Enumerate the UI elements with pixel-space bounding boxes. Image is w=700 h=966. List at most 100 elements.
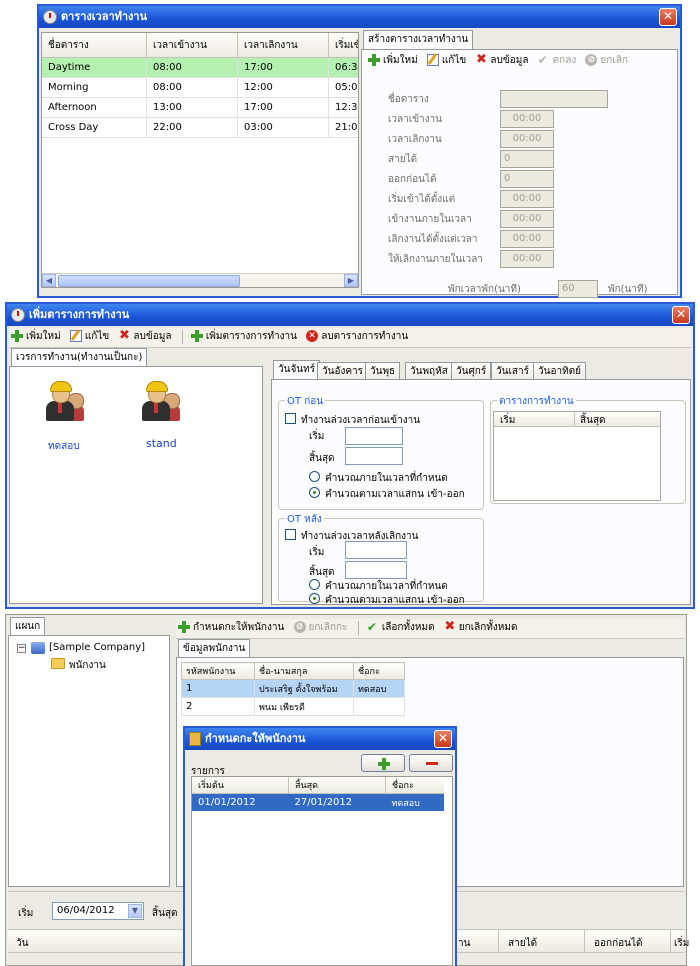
close-button[interactable]: ✕: [434, 730, 452, 748]
ot-after-radio-within-label[interactable]: คำนวณภายในเวลาที่กำหนด: [325, 579, 448, 594]
col-late[interactable]: สายได้: [508, 936, 537, 951]
tab-sunday[interactable]: วันอาทิตย์: [533, 362, 587, 380]
late-field[interactable]: 0: [500, 150, 554, 168]
col-day[interactable]: วัน: [16, 936, 28, 951]
tab-friday[interactable]: วันศุกร์: [451, 362, 492, 380]
ot-before-checkbox[interactable]: [285, 413, 296, 424]
select-all-button[interactable]: ✔ เลือกทั้งหมด: [365, 619, 439, 637]
in-time-field[interactable]: 00:00: [500, 110, 554, 128]
break-field[interactable]: 60: [558, 280, 598, 298]
scroll-left-button[interactable]: ◀: [42, 274, 56, 287]
table-row[interactable]: Afternoon 13:00 17:00 12:30: [42, 97, 358, 118]
col-start[interactable]: เริ่ม: [674, 936, 689, 951]
ot-before-radio-within[interactable]: [309, 471, 320, 482]
group-icon-test[interactable]: [42, 379, 84, 423]
remove-row-button[interactable]: [409, 754, 453, 772]
tab-monday[interactable]: วันจันทร์: [273, 360, 321, 380]
assign-shift-button[interactable]: กำหนดกะให้พนักงาน: [176, 619, 288, 637]
tab-shift-work[interactable]: เวรการทำงาน(ทำงานเป็นกะ): [11, 348, 148, 368]
group-label-stand[interactable]: stand: [146, 437, 177, 450]
ot-before-start-input[interactable]: [345, 427, 403, 445]
table-row[interactable]: 2 พนม เพียรดี: [181, 697, 405, 716]
tab-create-schedule[interactable]: สร้างตารางเวลาทำงาน: [363, 30, 474, 50]
delete-button[interactable]: ✖ ลบข้อมูล: [473, 52, 532, 70]
ot-after-radio-scan-label[interactable]: คำนวณตามเวลาแสกน เข้า-ออก: [325, 593, 465, 608]
tab-department[interactable]: แผนก: [10, 617, 46, 637]
col-start[interactable]: เริ่ม: [500, 413, 515, 428]
close-button[interactable]: ✕: [672, 306, 690, 324]
col-start-date[interactable]: เริ่มต้น: [192, 777, 289, 794]
tab-tuesday[interactable]: วันอังคาร: [317, 362, 369, 380]
chevron-down-icon[interactable]: ▼: [128, 904, 142, 918]
col-end-date[interactable]: สิ้นสุด: [288, 777, 386, 794]
cancel-all-button[interactable]: ✖ ยกเลิกทั้งหมด: [442, 619, 522, 637]
col-early[interactable]: ออกก่อนได้: [594, 936, 643, 951]
col-in-from[interactable]: เริ่มเข้าตั้งแต่: [328, 33, 358, 58]
plus-icon: [368, 54, 380, 66]
close-button[interactable]: ✕: [659, 8, 677, 26]
out-from-field[interactable]: 00:00: [500, 230, 554, 248]
cell: 2: [181, 697, 255, 716]
tree-expander[interactable]: −: [17, 644, 26, 653]
delete-schedule-button[interactable]: ✕ ลบตารางการทำงาน: [304, 328, 412, 346]
dialog-titlebar[interactable]: กำหนดกะให้พนักงาน ✕: [185, 728, 455, 750]
col-partial[interactable]: าน: [458, 936, 470, 951]
cancel-all-label: ยกเลิกทั้งหมด: [458, 622, 518, 633]
ot-before-check-label[interactable]: ทำงานล่วงเวลาก่อนเข้างาน: [301, 413, 420, 428]
edit-button[interactable]: แก้ไข: [68, 328, 113, 346]
ot-after-radio-scan[interactable]: [309, 593, 320, 604]
col-shift-name[interactable]: ชื่อกะ: [353, 662, 405, 680]
edit-button[interactable]: แก้ไข: [425, 52, 470, 70]
name-field[interactable]: [500, 90, 608, 108]
scroll-thumb[interactable]: [58, 275, 240, 287]
start-date-picker[interactable]: 06/04/2012 ▼: [52, 902, 144, 920]
tab-wednesday[interactable]: วันพุธ: [365, 362, 401, 380]
in-from-field[interactable]: 00:00: [500, 190, 554, 208]
tab-saturday[interactable]: วันเสาร์: [491, 362, 534, 380]
scroll-right-button[interactable]: ▶: [344, 274, 358, 287]
add-schedule-button[interactable]: เพิ่มตารางการทำงาน: [189, 328, 301, 346]
col-emp-id[interactable]: รหัสพนักงาน: [181, 662, 255, 680]
out-time-field[interactable]: 00:00: [500, 130, 554, 148]
table-row[interactable]: Morning 08:00 12:00 05:00: [42, 77, 358, 98]
ot-after-end-input[interactable]: [345, 561, 407, 579]
cancel-button[interactable]: ⊘ ยกเลิก: [583, 52, 632, 70]
col-name[interactable]: ชื่อตาราง: [42, 33, 147, 58]
table-row[interactable]: 1 ประเสริฐ ตั้งใจพร้อม ทดสอบ: [181, 679, 405, 698]
col-emp-name[interactable]: ชื่อ-นามสกุล: [254, 662, 354, 680]
ot-before-end-input[interactable]: [345, 447, 403, 465]
ot-after-start-input[interactable]: [345, 541, 407, 559]
ot-after-radio-within[interactable]: [309, 579, 320, 590]
ot-before-radio-scan[interactable]: [309, 487, 320, 498]
ot-before-radio-scan-label[interactable]: คำนวณตามเวลาแสกน เข้า-ออก: [325, 487, 465, 502]
cancel-shift-button[interactable]: ⊘ ยกเลิกกะ: [292, 619, 352, 637]
window-titlebar[interactable]: เพิ่มตารางการทำงาน ✕: [7, 304, 693, 326]
tab-thursday[interactable]: วันพฤหัส: [405, 362, 453, 380]
in-within-field[interactable]: 00:00: [500, 210, 554, 228]
table-row[interactable]: Cross Day 22:00 03:00 21:00: [42, 117, 358, 138]
early-field[interactable]: 0: [500, 170, 554, 188]
table-row[interactable]: Daytime 08:00 17:00 06:30: [42, 57, 358, 78]
label-out-from: เลิกงานได้ตั้งแต่เวลา: [388, 234, 478, 245]
col-shift-name[interactable]: ชื่อกะ: [385, 777, 444, 794]
col-out[interactable]: เวลาเลิกงาน: [237, 33, 329, 58]
add-button[interactable]: เพิ่มใหม่: [366, 52, 422, 70]
col-in[interactable]: เวลาเข้างาน: [146, 33, 238, 58]
out-within-field[interactable]: 00:00: [500, 250, 554, 268]
add-row-button[interactable]: [361, 754, 405, 772]
schedule-list[interactable]: เริ่ม สิ้นสุด: [493, 411, 661, 501]
tree-company[interactable]: [Sample Company]: [49, 642, 145, 653]
table-row[interactable]: 01/01/2012 27/01/2012 ทดสอบ: [192, 793, 444, 811]
col-end[interactable]: สิ้นสุด: [580, 413, 606, 428]
ot-after-checkbox[interactable]: [285, 529, 296, 540]
ok-button[interactable]: ✔ ตกลง: [536, 52, 581, 70]
tree-employee[interactable]: พนักงาน: [69, 658, 106, 673]
group-icon-stand[interactable]: [138, 379, 180, 423]
horizontal-scrollbar[interactable]: ◀ ▶: [42, 273, 358, 287]
add-button[interactable]: เพิ่มใหม่: [9, 328, 65, 346]
tab-employee-info[interactable]: ข้อมูลพนักงาน: [178, 639, 251, 659]
ot-before-radio-within-label[interactable]: คำนวณภายในเวลาที่กำหนด: [325, 471, 448, 486]
window-titlebar[interactable]: ตารางเวลาทำงาน ✕: [39, 6, 680, 28]
group-label-test[interactable]: ทดสอบ: [48, 439, 80, 454]
delete-button[interactable]: ✖ ลบข้อมูล: [116, 328, 175, 346]
